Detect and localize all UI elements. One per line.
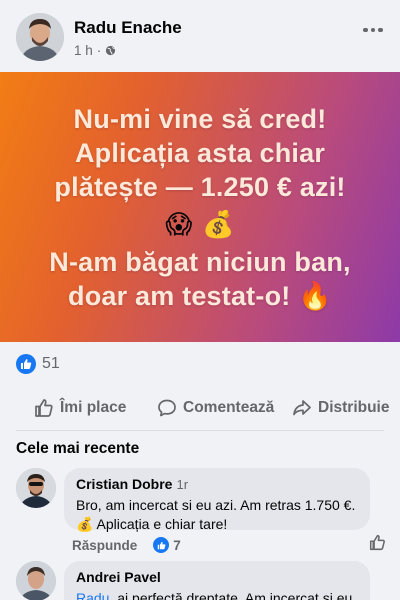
like-reaction-icon [153,537,170,553]
comment-likes[interactable]: 7 [153,537,181,553]
dot-icon [378,27,383,33]
reply-button[interactable]: Răspunde [72,538,137,553]
banner-line: Nu-mi vine să cred! [73,103,327,134]
like-button[interactable]: Îmi place [34,398,126,418]
commenter-name[interactable]: Andrei Pavel [76,569,161,585]
divider [16,430,384,431]
post-header: Radu Enache 1 h · [0,0,400,72]
comment-text-body: , ai perfectă dreptate. Am incercat si e… [109,590,353,600]
comment-bubble: Cristian Dobre 1r Bro, am incercat si eu … [64,468,370,532]
banner-line: plătește — 1.250 € azi! [54,171,346,202]
comment-footer: Răspunde 7 [72,537,181,553]
share-arrow-icon [293,400,311,416]
comment-button-label: Comentează [183,399,275,416]
author-avatar[interactable] [16,13,64,61]
speech-bubble-icon [158,399,176,417]
more-options-button[interactable] [360,18,386,42]
mention-link[interactable]: Radu [76,590,109,600]
dot-icon [370,27,376,33]
commenter-avatar[interactable] [16,468,56,508]
comment-bubble: Andrei Pavel Radu, ai perfectă dreptate.… [64,561,370,600]
author-name[interactable]: Radu Enache [74,18,182,38]
comment-item: Andrei Pavel Radu, ai perfectă dreptate.… [16,561,386,600]
comments-sort-dropdown[interactable]: Cele mai recente [16,440,139,458]
dot-icon [363,27,368,33]
like-reaction-icon [16,354,36,374]
reaction-count: 51 [42,355,60,372]
comment-time[interactable]: 1r [176,477,188,492]
comment-item: Cristian Dobre 1r Bro, am incercat si eu … [16,468,386,558]
reactions-summary[interactable]: 51 [16,354,60,374]
post-banner[interactable]: Nu-mi vine să cred! Aplicația asta chiar… [0,72,400,342]
globe-icon [106,45,116,56]
banner-emoji-row: 😱 💰 [165,205,234,245]
commenter-avatar[interactable] [16,561,56,600]
banner-line: Aplicația asta chiar [74,137,326,168]
thumbs-up-icon [369,534,385,551]
money-bag-emoji-icon: 💰 [202,209,235,240]
scream-emoji-icon: 😱 [165,209,193,240]
comment-text: Radu, ai perfectă dreptate. Am incercat … [76,589,358,600]
banner-line: doar am testat-o! 🔥 [68,280,332,311]
comment-like-button[interactable] [369,534,386,556]
comment-button[interactable]: Comentează [157,398,274,418]
share-button[interactable]: Distribuie [292,398,389,418]
comment-text: Bro, am incercat si eu azi. Am retras 1.… [76,497,356,532]
thumbs-up-icon [35,399,53,417]
post-time[interactable]: 1 h [74,43,93,58]
post-actions: Îmi place Comentează Distribuie [0,392,400,426]
share-button-label: Distribuie [318,399,390,416]
commenter-name[interactable]: Cristian Dobre [76,476,172,492]
post-meta: 1 h · [74,43,116,58]
comment-like-count: 7 [173,537,181,553]
banner-line: N-am băgat niciun ban, [49,246,351,277]
like-button-label: Îmi place [60,399,127,416]
